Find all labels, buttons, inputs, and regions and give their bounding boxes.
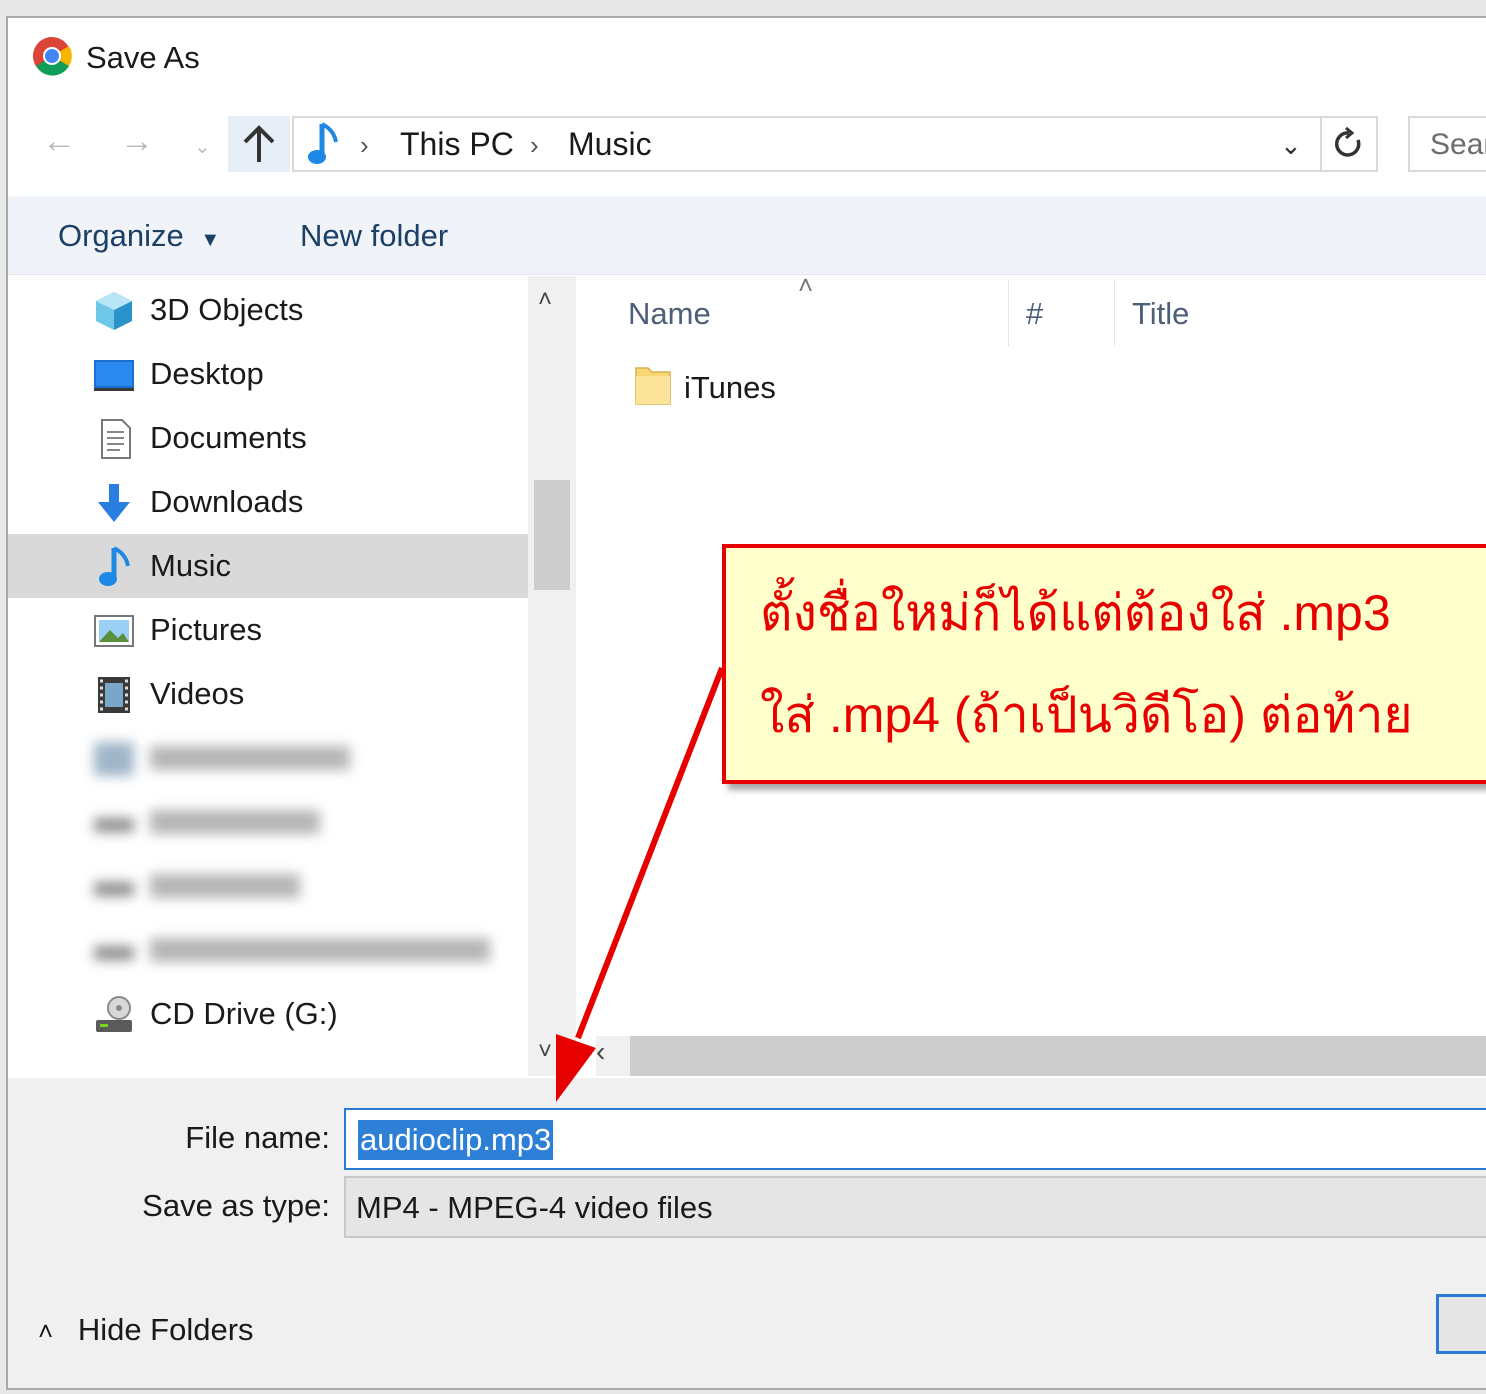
annotation-arrow (556, 666, 725, 1102)
save-as-dialog: Save As ← → ⌄ › This PC › Music ⌄ Sear O… (6, 16, 1486, 1390)
